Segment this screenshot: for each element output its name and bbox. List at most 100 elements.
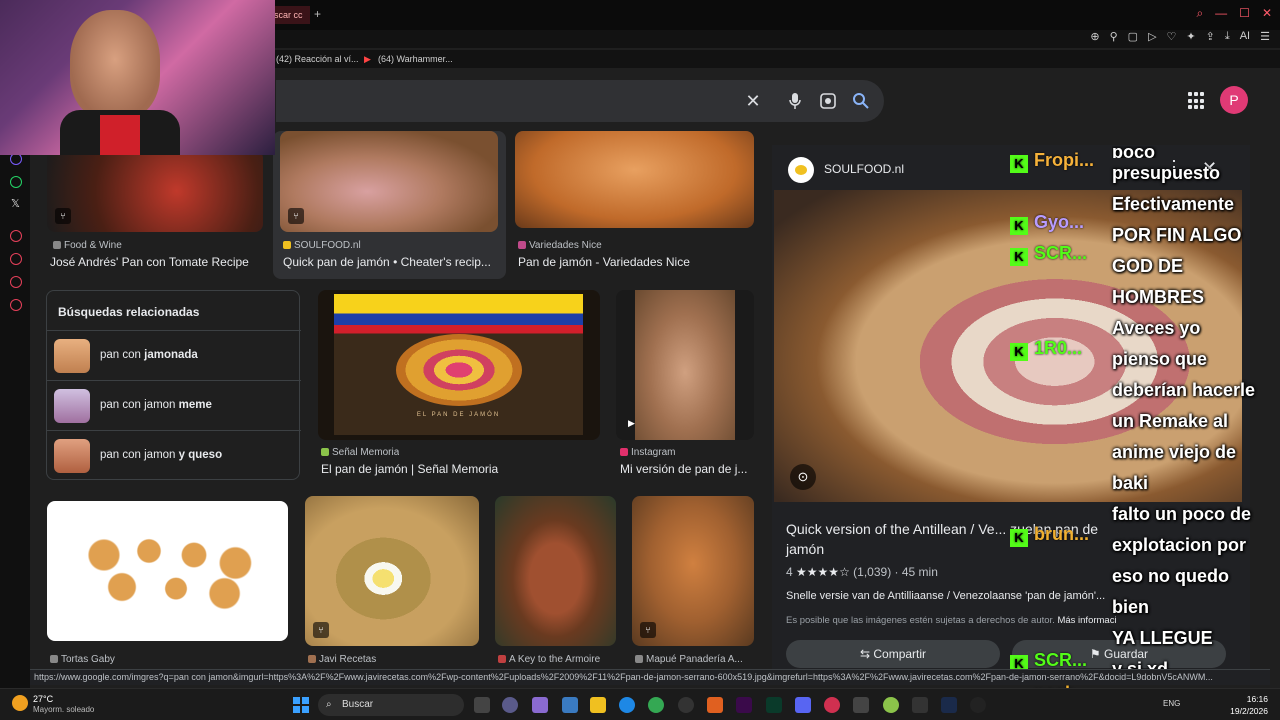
youtube-icon: ▶ bbox=[364, 54, 371, 64]
chat-user: K Fropi... bbox=[1010, 150, 1094, 173]
zoom-icon[interactable]: ⊕ bbox=[1090, 30, 1099, 43]
app-icon[interactable] bbox=[707, 697, 723, 713]
site-name[interactable]: SOULFOOD.nl bbox=[824, 162, 904, 176]
search-icon[interactable] bbox=[850, 90, 872, 112]
clock-date[interactable]: 19/2/2026 bbox=[1218, 706, 1268, 716]
related-searches-title: Búsquedas relacionadas bbox=[58, 305, 200, 319]
result-image[interactable] bbox=[47, 501, 288, 641]
chat-line: Efectivamente bbox=[1112, 194, 1235, 214]
result-image[interactable] bbox=[515, 131, 754, 228]
bookmark-item[interactable]: (42) Reacción al ví... bbox=[276, 54, 359, 64]
related-item[interactable]: pan con jamon y queso bbox=[47, 430, 301, 480]
windows-icon[interactable] bbox=[293, 697, 309, 713]
result-source: Mapué Panadería A... bbox=[635, 654, 753, 665]
lens-icon[interactable] bbox=[817, 90, 839, 112]
avatar[interactable]: P bbox=[1220, 86, 1248, 114]
app-icon[interactable] bbox=[502, 697, 518, 713]
result-image[interactable]: EL PAN DE JAMÓN bbox=[318, 290, 600, 440]
browser-sidebar: 𝕏 bbox=[0, 70, 30, 690]
rating-value: 4 bbox=[786, 565, 793, 579]
search-icon[interactable]: ⌕ bbox=[1196, 6, 1203, 21]
lens-icon[interactable]: ⊙ bbox=[790, 464, 816, 490]
minimize-icon[interactable]: — bbox=[1215, 6, 1227, 21]
close-icon[interactable]: ✕ bbox=[1262, 6, 1272, 21]
more-info-link[interactable]: Más información bbox=[1057, 615, 1116, 626]
rating-stars: ★★★★☆ bbox=[796, 565, 850, 579]
new-tab-button[interactable]: + bbox=[314, 7, 321, 21]
result-image[interactable] bbox=[495, 496, 616, 646]
share-icon: ⇆ bbox=[859, 647, 871, 661]
taskbar-search[interactable]: ⌕ Buscar bbox=[318, 694, 464, 716]
pin-icon[interactable]: ⚲ bbox=[1110, 30, 1118, 43]
maximize-icon[interactable]: ☐ bbox=[1239, 6, 1250, 21]
share-button[interactable]: ⇆ Compartir bbox=[786, 640, 1000, 668]
history-icon[interactable] bbox=[10, 253, 22, 265]
related-thumb bbox=[54, 389, 90, 423]
task-view-icon[interactable] bbox=[474, 697, 490, 713]
result-source: SOULFOOD.nl bbox=[283, 240, 361, 251]
result-source: Instagram bbox=[620, 447, 675, 458]
audition-icon[interactable] bbox=[766, 697, 782, 713]
result-image[interactable]: ⑂ bbox=[305, 496, 479, 646]
kick-icon: K bbox=[1010, 248, 1028, 266]
chat-line: explotacion por bbox=[1112, 535, 1247, 555]
kick-icon: K bbox=[1010, 529, 1028, 547]
result-title[interactable]: Mi versión de pan de j... bbox=[620, 462, 754, 476]
download-icon[interactable]: ⤓ bbox=[1225, 30, 1230, 43]
related-item[interactable]: pan con jamonada bbox=[47, 330, 301, 380]
premiere-icon[interactable] bbox=[736, 697, 752, 713]
ai-icon[interactable]: AI bbox=[1240, 30, 1250, 43]
notes-icon[interactable] bbox=[10, 276, 22, 288]
taskbar: 27°C Mayorm. soleado ⌕ Buscar ENG 16:16 … bbox=[0, 688, 1280, 720]
photoshop-icon[interactable] bbox=[941, 697, 957, 713]
chat-line: un Remake al bbox=[1112, 411, 1229, 431]
result-source: Tortas Gaby bbox=[50, 654, 115, 665]
obs-icon[interactable] bbox=[970, 697, 986, 713]
snapshot-icon[interactable]: ▢ bbox=[1128, 30, 1138, 43]
chrome-icon[interactable] bbox=[648, 697, 664, 713]
result-source: A Key to the Armoire bbox=[498, 654, 600, 665]
result-image[interactable]: ⑂ bbox=[632, 496, 754, 646]
result-image[interactable]: ▶ bbox=[616, 290, 754, 440]
result-image[interactable]: ⑂ bbox=[280, 131, 498, 232]
chat-user: K 1R0... bbox=[1010, 338, 1082, 361]
chat-line: YA LLEGUE bbox=[1112, 628, 1213, 648]
weather-text: Mayorm. soleado bbox=[33, 705, 95, 714]
app-icon[interactable] bbox=[678, 697, 694, 713]
folder-icon[interactable] bbox=[590, 697, 606, 713]
discord-icon[interactable] bbox=[795, 697, 811, 713]
result-title[interactable]: Quick pan de jamón • Cheater's recip... bbox=[283, 255, 497, 269]
app-icon[interactable] bbox=[883, 697, 899, 713]
app-icon[interactable] bbox=[912, 697, 928, 713]
settings-icon[interactable] bbox=[10, 299, 22, 311]
bookmark-item[interactable]: (64) Warhammer... bbox=[378, 54, 453, 64]
language-indicator[interactable]: ENG bbox=[1163, 699, 1180, 708]
app-icon[interactable] bbox=[562, 697, 578, 713]
kick-icon: K bbox=[1010, 343, 1028, 361]
search-bar[interactable]: ✕ bbox=[276, 80, 884, 122]
menu-icon[interactable]: ☰ bbox=[1260, 30, 1270, 43]
weather-temp[interactable]: 27°C bbox=[33, 694, 53, 704]
result-title[interactable]: Pan de jamón - Variedades Nice bbox=[518, 255, 754, 269]
result-image[interactable]: ⑂ bbox=[47, 150, 263, 232]
result-title[interactable]: José Andrés' Pan con Tomate Recipe bbox=[50, 255, 264, 269]
bookmark-icon: ⚑ bbox=[1089, 647, 1101, 661]
result-title[interactable]: El pan de jamón | Señal Memoria bbox=[321, 462, 599, 476]
share-icon[interactable]: ⇪ bbox=[1206, 30, 1215, 43]
sidebar-icon[interactable] bbox=[10, 230, 22, 242]
x-icon[interactable]: 𝕏 bbox=[11, 197, 20, 210]
browser-tab[interactable]: scar cc bbox=[270, 6, 310, 24]
apps-grid-icon[interactable] bbox=[1188, 92, 1206, 110]
close-icon[interactable]: ✕ bbox=[742, 90, 764, 112]
clock-time[interactable]: 16:16 bbox=[1218, 694, 1268, 704]
play-icon[interactable]: ▷ bbox=[1148, 30, 1156, 43]
heart-icon[interactable]: ♡ bbox=[1167, 30, 1177, 43]
app-icon[interactable] bbox=[853, 697, 869, 713]
edge-icon[interactable] bbox=[619, 697, 635, 713]
mic-icon[interactable] bbox=[784, 90, 806, 112]
app-icon[interactable] bbox=[532, 697, 548, 713]
opera-icon[interactable] bbox=[824, 697, 840, 713]
extensions-icon[interactable]: ✦ bbox=[1186, 30, 1195, 43]
whatsapp-icon[interactable] bbox=[10, 176, 22, 188]
related-item[interactable]: pan con jamon meme bbox=[47, 380, 301, 430]
